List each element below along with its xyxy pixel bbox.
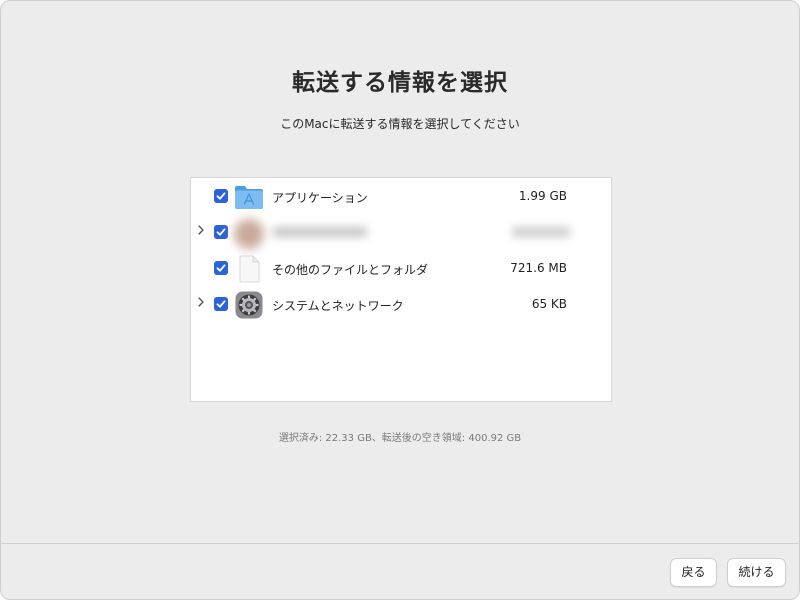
item-size: 65 KB	[531, 297, 567, 311]
item-label: アプリケーション	[272, 191, 368, 205]
page-subtitle: このMacに転送する情報を選択してください	[280, 117, 520, 131]
list-item-other-files[interactable]: その他のファイルとフォルダ 721.6 MB	[191, 251, 611, 287]
item-size: 1.99 GB	[518, 189, 567, 203]
system-settings-gear-icon	[234, 290, 264, 320]
user-checkbox[interactable]	[214, 225, 228, 239]
disclosure-chevron-icon[interactable]	[195, 225, 207, 239]
footer-divider	[1, 543, 799, 544]
system-network-checkbox[interactable]	[214, 297, 228, 311]
checkmark-icon	[216, 228, 226, 236]
user-avatar-icon	[234, 219, 264, 249]
migration-assistant-window: 転送する情報を選択 このMacに転送する情報を選択してください アプリケーション…	[0, 0, 800, 600]
disclosure-chevron-icon[interactable]	[195, 297, 207, 311]
redacted-user-size	[511, 226, 571, 238]
other-files-checkbox[interactable]	[214, 261, 228, 275]
item-label: システムとネットワーク	[272, 299, 404, 313]
applications-checkbox[interactable]	[214, 189, 228, 203]
document-icon	[234, 254, 264, 284]
transfer-items-list: アプリケーション 1.99 GB その他のファイルとフォルダ 721.6 MB …	[190, 177, 612, 402]
item-label: その他のファイルとフォルダ	[272, 263, 429, 277]
list-item-user[interactable]	[191, 215, 611, 251]
item-size: 721.6 MB	[510, 261, 567, 275]
continue-button[interactable]: 続ける	[727, 558, 786, 587]
checkmark-icon	[216, 264, 226, 272]
back-button[interactable]: 戻る	[670, 558, 717, 587]
applications-folder-icon	[234, 182, 264, 212]
selection-status-text: 選択済み: 22.33 GB、転送後の空き領域: 400.92 GB	[278, 433, 522, 444]
page-title: 転送する情報を選択	[292, 70, 508, 96]
list-item-applications[interactable]: アプリケーション 1.99 GB	[191, 179, 611, 215]
redacted-user-label	[272, 226, 368, 238]
checkmark-icon	[216, 300, 226, 308]
checkmark-icon	[216, 192, 226, 200]
list-item-system-network[interactable]: システムとネットワーク 65 KB	[191, 287, 611, 323]
